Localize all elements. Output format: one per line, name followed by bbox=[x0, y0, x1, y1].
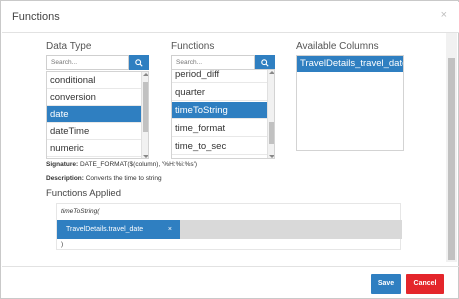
cancel-button[interactable]: Cancel bbox=[406, 274, 444, 294]
dialog-scrollbar[interactable] bbox=[446, 33, 457, 262]
signature-line: Signature: DATE_FORMAT($(column), '%H:%i… bbox=[46, 161, 197, 168]
scroll-up-icon[interactable] bbox=[143, 73, 148, 76]
function-item-period-diff[interactable]: period_diff bbox=[172, 70, 267, 83]
available-column-item[interactable]: TravelDetails_travel_date bbox=[297, 56, 403, 72]
functions-list: period_diff quarter timeToString time_fo… bbox=[171, 69, 275, 159]
scroll-down-icon[interactable] bbox=[143, 155, 148, 158]
functions-label: Functions bbox=[171, 41, 215, 52]
data-type-search bbox=[46, 55, 149, 70]
functions-dialog: Functions × Data Type conditional conver… bbox=[0, 0, 459, 299]
scroll-up-icon[interactable] bbox=[269, 71, 274, 74]
dialog-title: Functions bbox=[12, 11, 60, 23]
functions-scrollbar[interactable] bbox=[267, 70, 274, 158]
available-columns-list: TravelDetails_travel_date bbox=[296, 55, 404, 151]
footer-divider bbox=[2, 266, 459, 267]
data-type-scrollbar[interactable] bbox=[141, 72, 148, 158]
data-type-item-numeric[interactable]: numeric bbox=[47, 140, 141, 157]
functions-search-input[interactable] bbox=[171, 55, 255, 70]
functions-search bbox=[171, 55, 275, 70]
available-columns-label: Available Columns bbox=[296, 41, 379, 52]
scroll-thumb[interactable] bbox=[143, 82, 148, 132]
data-type-item-conditional[interactable]: conditional bbox=[47, 72, 141, 89]
applied-closing-paren: ) bbox=[61, 241, 64, 248]
description-label: Description: bbox=[46, 175, 84, 182]
applied-function-name: timeToString( bbox=[61, 208, 100, 215]
description-line: Description: Converts the time to string bbox=[46, 175, 162, 182]
signature-label: Signature: bbox=[46, 161, 79, 168]
remove-chip-icon[interactable]: × bbox=[168, 220, 172, 239]
scroll-down-icon[interactable] bbox=[269, 155, 274, 158]
save-button[interactable]: Save bbox=[371, 274, 401, 294]
data-type-label: Data Type bbox=[46, 41, 92, 52]
data-type-search-button[interactable] bbox=[129, 55, 149, 70]
data-type-search-input[interactable] bbox=[46, 55, 129, 70]
data-type-item-datetime[interactable]: dateTime bbox=[47, 123, 141, 140]
function-item-timetostring[interactable]: timeToString bbox=[172, 102, 267, 119]
functions-applied-box: timeToString( TravelDetails.travel_date … bbox=[56, 203, 402, 250]
function-item-quarter[interactable]: quarter bbox=[172, 84, 267, 101]
function-item-time-to-sec[interactable]: time_to_sec bbox=[172, 138, 267, 155]
data-type-item-conversion[interactable]: conversion bbox=[47, 89, 141, 106]
search-icon bbox=[135, 58, 143, 67]
scroll-thumb[interactable] bbox=[269, 122, 274, 144]
data-type-list: conditional conversion date dateTime num… bbox=[46, 71, 149, 159]
dialog-scroll-thumb[interactable] bbox=[448, 58, 455, 260]
functions-applied-title: Functions Applied bbox=[46, 188, 121, 199]
function-item-time-format[interactable]: time_format bbox=[172, 120, 267, 137]
search-icon bbox=[261, 58, 269, 67]
description-value: Converts the time to string bbox=[85, 175, 162, 182]
column-chip[interactable]: TravelDetails.travel_date × bbox=[57, 220, 180, 239]
data-type-item-date[interactable]: date bbox=[47, 106, 141, 123]
dialog-header: Functions × bbox=[2, 2, 459, 33]
functions-search-button[interactable] bbox=[255, 55, 275, 70]
function-item-weekofyear[interactable]: weekofyear bbox=[172, 154, 267, 158]
signature-value: DATE_FORMAT($(column), '%H:%i:%s') bbox=[79, 161, 198, 168]
column-chip-label: TravelDetails.travel_date bbox=[66, 226, 144, 233]
applied-argument-row[interactable]: TravelDetails.travel_date × bbox=[57, 220, 402, 239]
close-icon[interactable]: × bbox=[441, 9, 447, 21]
